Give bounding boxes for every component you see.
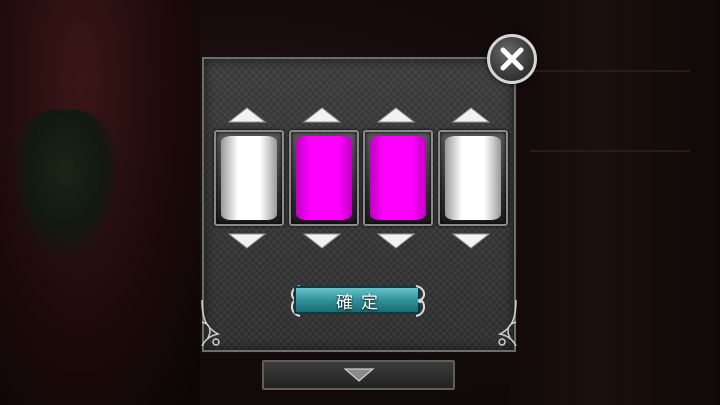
triangle-down-icon [227, 233, 267, 249]
triangle-down-icon [376, 233, 416, 249]
corner-ornament-right-icon [494, 298, 520, 348]
corner-ornament-left-icon [198, 298, 224, 348]
reel-4-up-arrow[interactable] [451, 107, 491, 123]
reel-2[interactable] [289, 130, 359, 226]
triangle-down-icon [302, 233, 342, 249]
reel-1[interactable] [214, 130, 284, 226]
reel-2-up-arrow[interactable] [302, 107, 342, 123]
reel-1-face [221, 136, 277, 220]
confirm-button[interactable]: 確定 [294, 286, 420, 314]
expand-down-button[interactable] [262, 360, 455, 390]
shelf-edge [530, 150, 690, 152]
flourish-right-icon [412, 284, 430, 318]
reel-4[interactable] [438, 130, 508, 226]
shelf-edge [530, 70, 690, 72]
reel-3-face [370, 136, 426, 220]
reel-2-face [296, 136, 352, 220]
reel-4-face [445, 136, 501, 220]
confirm-button-wrapper: 確定 [286, 283, 430, 319]
reel-3-up-arrow[interactable] [376, 107, 416, 123]
background-bookshelf [510, 0, 720, 405]
triangle-down-icon [342, 368, 375, 382]
triangle-up-icon [302, 107, 342, 123]
reel-1-down-arrow[interactable] [227, 233, 267, 249]
triangle-up-icon [227, 107, 267, 123]
confirm-label: 確定 [336, 292, 386, 313]
triangle-up-icon [376, 107, 416, 123]
reel-2-down-arrow[interactable] [302, 233, 342, 249]
reel-3[interactable] [363, 130, 433, 226]
reel-1-up-arrow[interactable] [227, 107, 267, 123]
reel-4-down-arrow[interactable] [451, 233, 491, 249]
close-button[interactable] [487, 34, 537, 84]
reel-3-down-arrow[interactable] [376, 233, 416, 249]
close-x-icon [500, 47, 524, 71]
triangle-down-icon [451, 233, 491, 249]
background-plant [10, 110, 120, 260]
triangle-up-icon [451, 107, 491, 123]
